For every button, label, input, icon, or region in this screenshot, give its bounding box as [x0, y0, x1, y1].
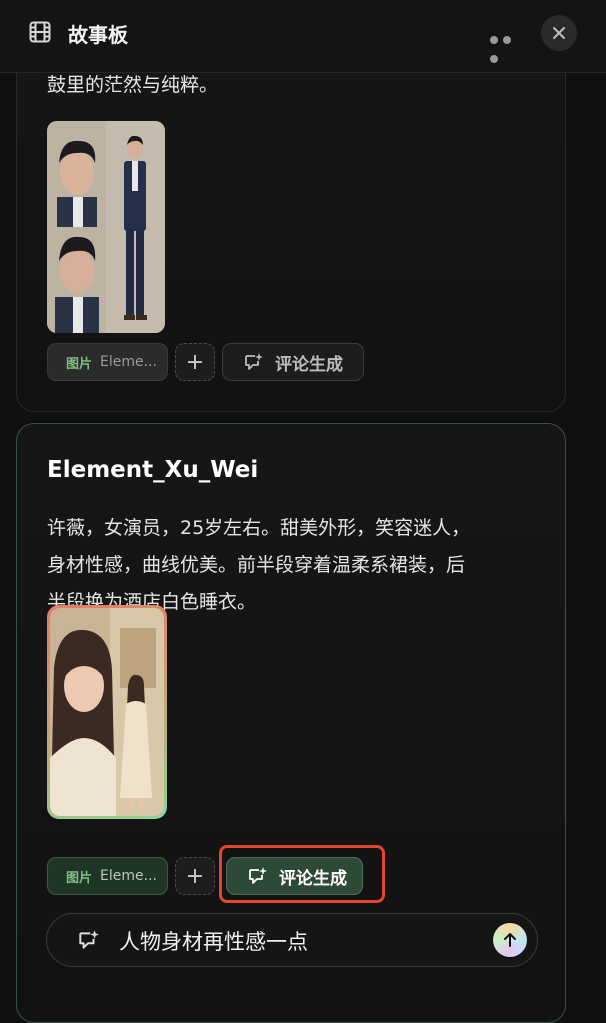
highlight-box: [219, 845, 385, 903]
add-button[interactable]: +: [175, 857, 215, 895]
comment-generate-button[interactable]: 评论生成: [222, 343, 364, 381]
tag-value: Eleme...: [100, 868, 157, 884]
element-name: Element_Xu_Wei: [47, 457, 259, 483]
character-sheet-image: [47, 121, 165, 333]
page-title: 故事板: [68, 23, 128, 47]
generate-label: 评论生成: [275, 354, 343, 375]
tag-label: 图片: [66, 356, 93, 372]
more-horizontal-icon[interactable]: [490, 29, 528, 63]
description-line: 许薇，女演员，25岁左右。甜美外形，笑容迷人，: [47, 517, 471, 539]
character-image[interactable]: [47, 121, 165, 333]
description-line: 身材性感，曲线优美。前半段穿着温柔系裙装，后: [47, 554, 466, 576]
close-icon: [553, 27, 565, 39]
comment-input[interactable]: 人物身材再性感一点: [119, 926, 308, 956]
close-button[interactable]: [541, 15, 577, 51]
image-tag-chip[interactable]: 图片 Eleme...: [47, 343, 168, 381]
character-image[interactable]: [47, 605, 167, 819]
comment-sparkle-icon: [245, 353, 263, 370]
tag-value: Eleme...: [100, 354, 157, 370]
character-sheet-image: [50, 608, 164, 816]
tag-label: 图片: [66, 870, 93, 886]
add-button[interactable]: +: [175, 343, 215, 381]
comment-input-bar[interactable]: 人物身材再性感一点: [46, 913, 538, 967]
header: 故事板: [0, 0, 606, 73]
image-tag-chip[interactable]: 图片 Eleme...: [47, 857, 168, 895]
film-icon: [29, 21, 51, 43]
send-button[interactable]: [493, 923, 527, 957]
comment-sparkle-icon: [79, 930, 99, 949]
arrow-up-icon: [504, 933, 516, 947]
